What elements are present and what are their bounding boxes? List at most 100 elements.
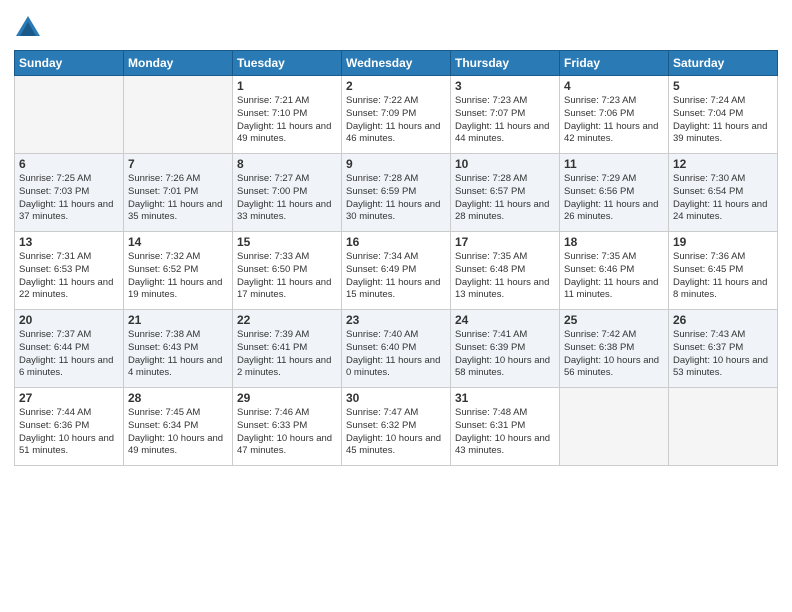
day-number: 15 [237, 235, 337, 249]
day-info: Sunrise: 7:21 AMSunset: 7:10 PMDaylight:… [237, 95, 337, 146]
day-number: 7 [128, 157, 228, 171]
weekday-header: Saturday [669, 51, 778, 76]
day-number: 20 [19, 313, 119, 327]
calendar-day-cell: 29 Sunrise: 7:46 AMSunset: 6:33 PMDayligh… [233, 388, 342, 466]
calendar-day-cell: 2 Sunrise: 7:22 AMSunset: 7:09 PMDaylight… [342, 76, 451, 154]
day-number: 16 [346, 235, 446, 249]
logo [14, 14, 46, 42]
weekday-header: Wednesday [342, 51, 451, 76]
calendar-day-cell: 7Sunrise: 7:26 AMSunset: 7:01 PMDaylight… [124, 154, 233, 232]
calendar-day-cell: 26 Sunrise: 7:43 AMSunset: 6:37 PMDayligh… [669, 310, 778, 388]
calendar-day-cell: 5Sunrise: 7:24 AMSunset: 7:04 PMDaylight… [669, 76, 778, 154]
day-info: Sunrise: 7:43 AMSunset: 6:37 PMDaylight:… [673, 329, 773, 380]
day-number: 24 [455, 313, 555, 327]
calendar-day-cell: 19 Sunrise: 7:36 AMSunset: 6:45 PMDayligh… [669, 232, 778, 310]
calendar-day-cell: 22Sunrise: 7:39 AMSunset: 6:41 PMDayligh… [233, 310, 342, 388]
calendar-day-cell: 4Sunrise: 7:23 AMSunset: 7:06 PMDaylight… [560, 76, 669, 154]
calendar-header-row: SundayMondayTuesdayWednesdayThursdayFrid… [15, 51, 778, 76]
calendar-day-cell: 31 Sunrise: 7:48 AMSunset: 6:31 PMDayligh… [451, 388, 560, 466]
day-info: Sunrise: 7:28 AMSunset: 6:57 PMDaylight:… [455, 173, 555, 224]
calendar-day-cell: 10 Sunrise: 7:28 AMSunset: 6:57 PMDayligh… [451, 154, 560, 232]
day-info: Sunrise: 7:44 AMSunset: 6:36 PMDaylight:… [19, 407, 119, 458]
calendar-day-cell: 25Sunrise: 7:42 AMSunset: 6:38 PMDayligh… [560, 310, 669, 388]
day-number: 21 [128, 313, 228, 327]
calendar-week-row: 6Sunrise: 7:25 AMSunset: 7:03 PMDaylight… [15, 154, 778, 232]
day-info: Sunrise: 7:27 AMSunset: 7:00 PMDaylight:… [237, 173, 337, 224]
day-number: 26 [673, 313, 773, 327]
calendar-day-cell: 16 Sunrise: 7:34 AMSunset: 6:49 PMDayligh… [342, 232, 451, 310]
calendar-day-cell: 11 Sunrise: 7:29 AMSunset: 6:56 PMDayligh… [560, 154, 669, 232]
day-info: Sunrise: 7:47 AMSunset: 6:32 PMDaylight:… [346, 407, 446, 458]
day-number: 23 [346, 313, 446, 327]
day-number: 12 [673, 157, 773, 171]
day-info: Sunrise: 7:33 AMSunset: 6:50 PMDaylight:… [237, 251, 337, 302]
day-number: 3 [455, 79, 555, 93]
weekday-header: Thursday [451, 51, 560, 76]
calendar-day-cell: 9 Sunrise: 7:28 AMSunset: 6:59 PMDaylight… [342, 154, 451, 232]
day-info: Sunrise: 7:31 AMSunset: 6:53 PMDaylight:… [19, 251, 119, 302]
day-info: Sunrise: 7:24 AMSunset: 7:04 PMDaylight:… [673, 95, 773, 146]
calendar-day-cell: 28Sunrise: 7:45 AMSunset: 6:34 PMDayligh… [124, 388, 233, 466]
calendar-day-cell: 21 Sunrise: 7:38 AMSunset: 6:43 PMDayligh… [124, 310, 233, 388]
calendar-day-cell: 14 Sunrise: 7:32 AMSunset: 6:52 PMDayligh… [124, 232, 233, 310]
day-number: 31 [455, 391, 555, 405]
day-number: 11 [564, 157, 664, 171]
calendar-day-cell: 12 Sunrise: 7:30 AMSunset: 6:54 PMDayligh… [669, 154, 778, 232]
weekday-header: Monday [124, 51, 233, 76]
day-info: Sunrise: 7:48 AMSunset: 6:31 PMDaylight:… [455, 407, 555, 458]
day-info: Sunrise: 7:41 AMSunset: 6:39 PMDaylight:… [455, 329, 555, 380]
day-number: 1 [237, 79, 337, 93]
day-number: 14 [128, 235, 228, 249]
calendar-table: SundayMondayTuesdayWednesdayThursdayFrid… [14, 50, 778, 466]
day-info: Sunrise: 7:29 AMSunset: 6:56 PMDaylight:… [564, 173, 664, 224]
day-number: 9 [346, 157, 446, 171]
day-number: 18 [564, 235, 664, 249]
day-number: 30 [346, 391, 446, 405]
header [14, 10, 778, 42]
calendar-day-cell: 24 Sunrise: 7:41 AMSunset: 6:39 PMDayligh… [451, 310, 560, 388]
day-number: 19 [673, 235, 773, 249]
day-info: Sunrise: 7:38 AMSunset: 6:43 PMDaylight:… [128, 329, 228, 380]
day-number: 17 [455, 235, 555, 249]
day-info: Sunrise: 7:34 AMSunset: 6:49 PMDaylight:… [346, 251, 446, 302]
day-info: Sunrise: 7:45 AMSunset: 6:34 PMDaylight:… [128, 407, 228, 458]
calendar-day-cell: 13 Sunrise: 7:31 AMSunset: 6:53 PMDayligh… [15, 232, 124, 310]
day-number: 10 [455, 157, 555, 171]
day-info: Sunrise: 7:46 AMSunset: 6:33 PMDaylight:… [237, 407, 337, 458]
day-info: Sunrise: 7:35 AMSunset: 6:46 PMDaylight:… [564, 251, 664, 302]
day-number: 27 [19, 391, 119, 405]
day-number: 29 [237, 391, 337, 405]
calendar-day-cell [560, 388, 669, 466]
page: SundayMondayTuesdayWednesdayThursdayFrid… [0, 0, 792, 612]
calendar-day-cell: 3Sunrise: 7:23 AMSunset: 7:07 PMDaylight… [451, 76, 560, 154]
day-number: 2 [346, 79, 446, 93]
calendar-day-cell: 20 Sunrise: 7:37 AMSunset: 6:44 PMDayligh… [15, 310, 124, 388]
day-number: 13 [19, 235, 119, 249]
calendar-week-row: 27 Sunrise: 7:44 AMSunset: 6:36 PMDayligh… [15, 388, 778, 466]
logo-icon [14, 14, 42, 42]
day-info: Sunrise: 7:40 AMSunset: 6:40 PMDaylight:… [346, 329, 446, 380]
calendar-week-row: 13 Sunrise: 7:31 AMSunset: 6:53 PMDayligh… [15, 232, 778, 310]
day-info: Sunrise: 7:22 AMSunset: 7:09 PMDaylight:… [346, 95, 446, 146]
day-number: 22 [237, 313, 337, 327]
weekday-header: Friday [560, 51, 669, 76]
calendar-day-cell: 15 Sunrise: 7:33 AMSunset: 6:50 PMDayligh… [233, 232, 342, 310]
weekday-header: Tuesday [233, 51, 342, 76]
calendar-day-cell: 1 Sunrise: 7:21 AMSunset: 7:10 PMDaylight… [233, 76, 342, 154]
day-number: 4 [564, 79, 664, 93]
day-info: Sunrise: 7:37 AMSunset: 6:44 PMDaylight:… [19, 329, 119, 380]
calendar-day-cell [124, 76, 233, 154]
calendar-day-cell [15, 76, 124, 154]
calendar-day-cell [669, 388, 778, 466]
day-number: 6 [19, 157, 119, 171]
weekday-header: Sunday [15, 51, 124, 76]
calendar-day-cell: 18 Sunrise: 7:35 AMSunset: 6:46 PMDayligh… [560, 232, 669, 310]
day-info: Sunrise: 7:28 AMSunset: 6:59 PMDaylight:… [346, 173, 446, 224]
calendar-day-cell: 6Sunrise: 7:25 AMSunset: 7:03 PMDaylight… [15, 154, 124, 232]
calendar-day-cell: 17Sunrise: 7:35 AMSunset: 6:48 PMDayligh… [451, 232, 560, 310]
day-info: Sunrise: 7:32 AMSunset: 6:52 PMDaylight:… [128, 251, 228, 302]
day-info: Sunrise: 7:36 AMSunset: 6:45 PMDaylight:… [673, 251, 773, 302]
day-info: Sunrise: 7:42 AMSunset: 6:38 PMDaylight:… [564, 329, 664, 380]
day-info: Sunrise: 7:30 AMSunset: 6:54 PMDaylight:… [673, 173, 773, 224]
calendar-week-row: 1 Sunrise: 7:21 AMSunset: 7:10 PMDaylight… [15, 76, 778, 154]
